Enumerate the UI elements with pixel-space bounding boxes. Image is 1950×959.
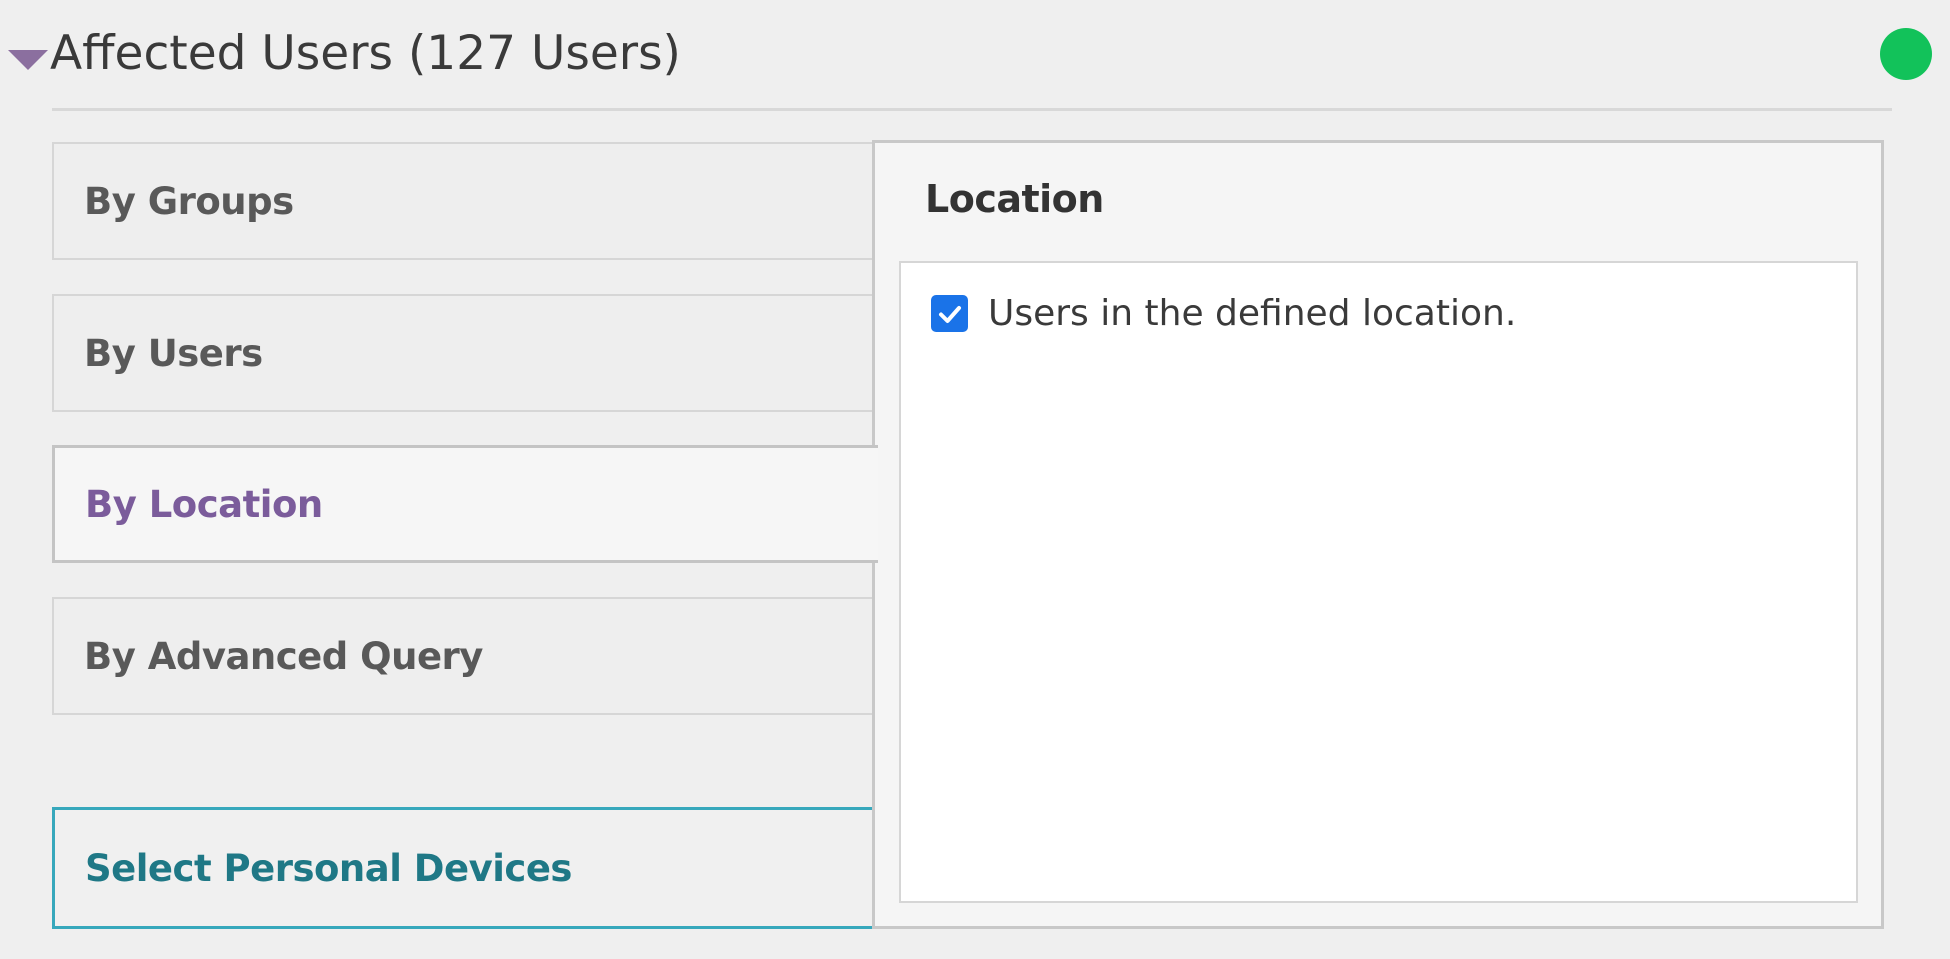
status-indicator-icon [1880,28,1932,80]
tab-label: By Groups [84,179,294,223]
tab-label: By Users [84,331,263,375]
select-personal-devices-button[interactable]: Select Personal Devices [52,807,874,929]
caret-down-icon[interactable] [8,50,48,70]
tab-by-location[interactable]: By Location [52,445,878,563]
section-title: Affected Users (127 Users) [50,26,681,81]
location-checkbox-row[interactable]: Users in the defined location. [931,293,1516,334]
tab-by-groups[interactable]: By Groups [52,142,874,260]
panel-title: Location [925,177,1104,221]
location-panel: Location Users in the defined location. [872,140,1884,929]
tab-by-advanced-query[interactable]: By Advanced Query [52,597,874,715]
affected-users-section: Affected Users (127 Users) By Groups By … [0,0,1950,959]
tab-label: By Location [85,482,323,526]
header-divider [52,108,1892,111]
checkmark-icon [938,305,961,323]
select-personal-devices-label: Select Personal Devices [85,846,572,890]
users-in-location-checkbox[interactable] [931,295,968,332]
tab-label: By Advanced Query [84,634,483,678]
tab-by-users[interactable]: By Users [52,294,874,412]
checkbox-label: Users in the defined location. [988,293,1517,334]
location-options-box: Users in the defined location. [899,261,1858,903]
section-header[interactable]: Affected Users (127 Users) [0,0,1950,108]
